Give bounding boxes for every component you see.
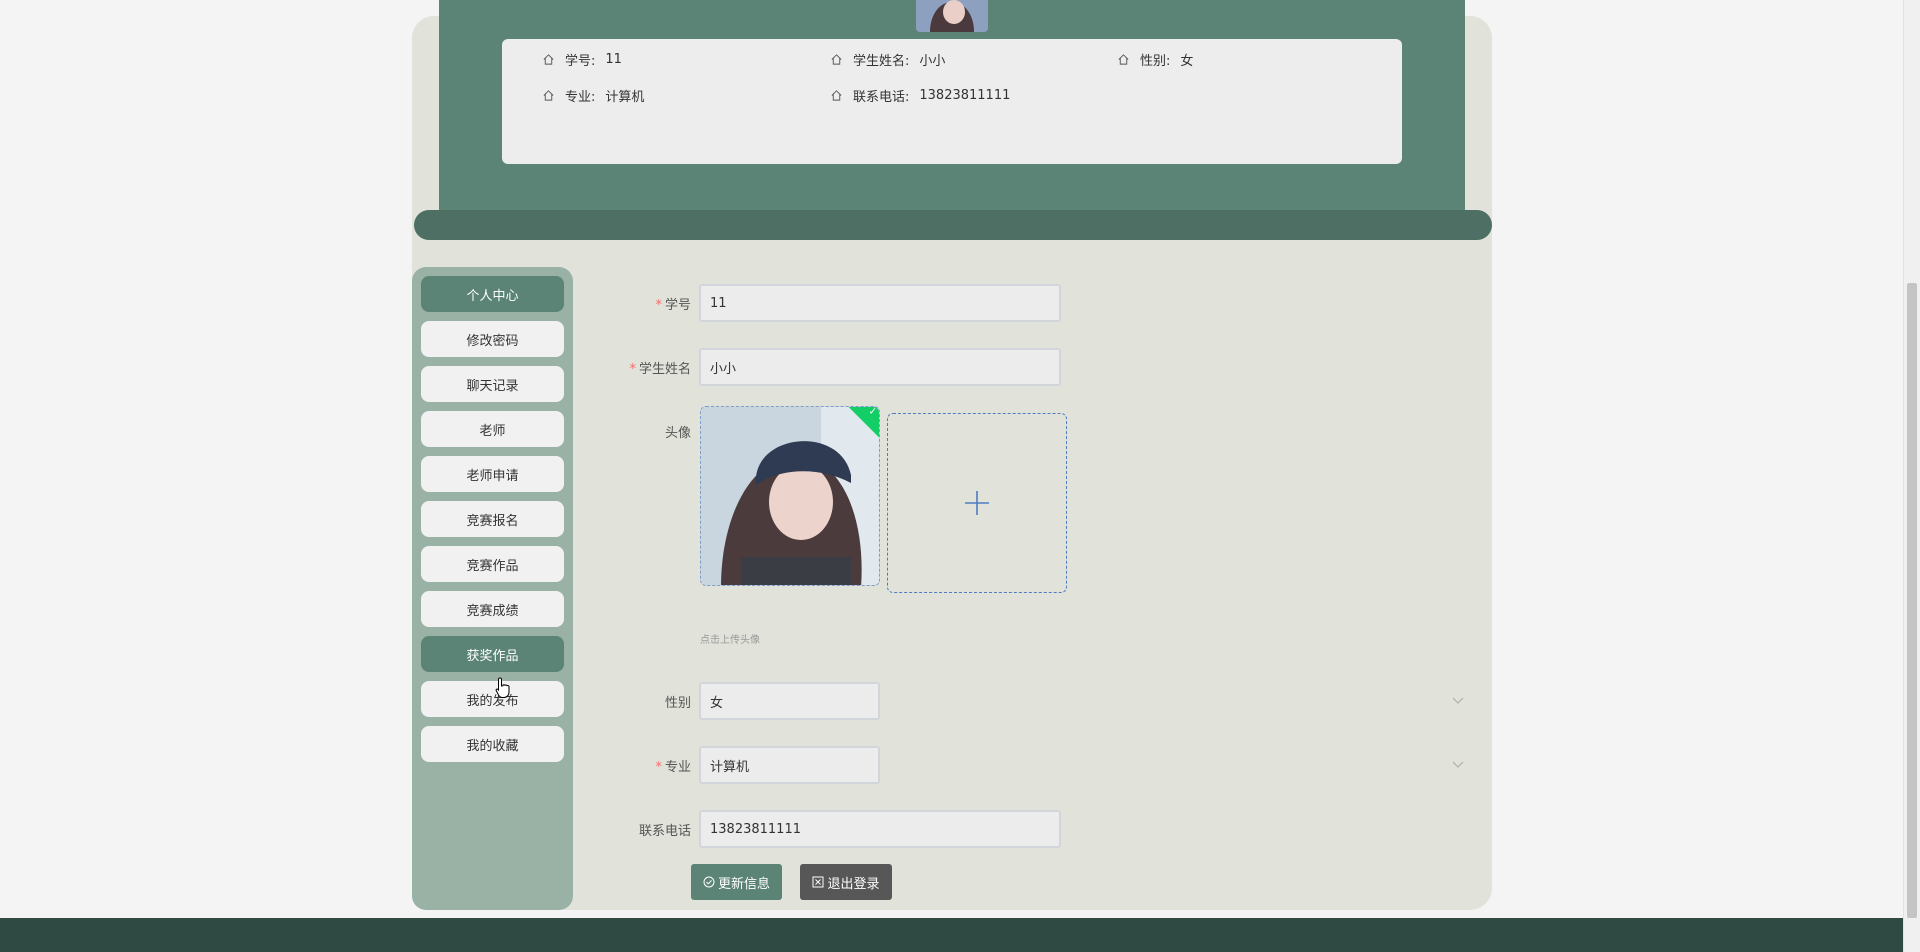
info-gender-label: 性别: [1140, 54, 1171, 69]
page-scrollbar[interactable] [1903, 0, 1920, 952]
info-student-no-label: 学号: [565, 54, 596, 69]
sidebar-item-my-favorites[interactable]: 我的收藏 [421, 726, 564, 762]
home-icon [543, 54, 554, 65]
student-no-input[interactable]: 11 [699, 284, 1061, 322]
sidebar-item-personal-center[interactable]: 个人中心 [421, 276, 564, 312]
plus-icon [965, 491, 989, 515]
info-student-no-value: 11 [605, 52, 622, 67]
home-icon [543, 90, 554, 101]
header-avatar [916, 0, 988, 32]
sidebar-item-competition-scores[interactable]: 竞赛成绩 [421, 591, 564, 627]
logout-label: 退出登录 [827, 876, 880, 892]
sidebar-item-award-works[interactable]: 获奖作品 [421, 636, 564, 672]
avatar-label: 头像 [664, 426, 691, 441]
scrollbar-thumb[interactable] [1907, 283, 1917, 918]
avatar-upload-box[interactable] [887, 413, 1067, 593]
home-icon [831, 54, 842, 65]
info-major: 专业: 计算机 [542, 86, 644, 105]
sidebar-item-change-password[interactable]: 修改密码 [421, 321, 564, 357]
info-major-label: 专业: [565, 90, 596, 105]
major-select[interactable]: 计算机 [699, 746, 880, 784]
sidebar-item-competition-works[interactable]: 竞赛作品 [421, 546, 564, 582]
circle-check-icon [703, 876, 715, 888]
update-info-label: 更新信息 [717, 876, 770, 892]
phone-label: 联系电话 [638, 824, 691, 839]
gender-label: 性别 [664, 696, 691, 711]
student-name-input[interactable]: 小小 [699, 348, 1061, 386]
chevron-down-icon[interactable] [1452, 761, 1464, 769]
update-info-button[interactable]: 更新信息 [691, 864, 782, 900]
profile-info-card: 学号: 11 学生姓名: 小小 性别: 女 专业: 计算机 联系电话: 1382… [502, 39, 1402, 164]
phone-input[interactable]: 13823811111 [699, 810, 1061, 848]
student-name-label: * 学生姓名 [629, 362, 691, 377]
sidebar-item-teacher-application[interactable]: 老师申请 [421, 456, 564, 492]
student-no-label: * 学号 [655, 298, 691, 313]
header-band [414, 210, 1492, 240]
info-major-value: 计算机 [605, 90, 645, 105]
footer [0, 918, 1903, 952]
gender-select[interactable]: 女 [699, 682, 880, 720]
upload-tip: 点击上传头像 [700, 635, 760, 646]
home-icon [1118, 54, 1129, 65]
info-gender-value: 女 [1180, 54, 1194, 69]
chevron-down-icon[interactable] [1452, 697, 1464, 705]
logout-button[interactable]: 退出登录 [800, 864, 892, 900]
info-phone: 联系电话: 13823811111 [830, 86, 1010, 105]
sidebar-item-competition-signup[interactable]: 竞赛报名 [421, 501, 564, 537]
sidebar: 个人中心 修改密码 聊天记录 老师 老师申请 竞赛报名 竞赛作品 竞赛成绩 获奖… [412, 267, 573, 910]
sidebar-item-chat-history[interactable]: 聊天记录 [421, 366, 564, 402]
check-icon: ✓ [868, 406, 877, 418]
sidebar-item-teacher[interactable]: 老师 [421, 411, 564, 447]
info-student-name: 学生姓名: 小小 [830, 50, 945, 69]
major-label: * 专业 [655, 760, 691, 775]
logout-icon [812, 876, 824, 888]
info-gender: 性别: 女 [1117, 50, 1193, 69]
hand-cursor-icon [495, 677, 510, 698]
sidebar-item-my-posts[interactable]: 我的发布 [421, 681, 564, 717]
home-icon [831, 90, 842, 101]
info-phone-label: 联系电话: [853, 90, 910, 105]
info-student-name-label: 学生姓名: [853, 54, 910, 69]
info-student-name-value: 小小 [919, 54, 946, 69]
info-phone-value: 13823811111 [919, 88, 1011, 103]
info-student-no: 学号: 11 [542, 50, 622, 69]
avatar-preview[interactable]: ✓ [700, 406, 880, 586]
